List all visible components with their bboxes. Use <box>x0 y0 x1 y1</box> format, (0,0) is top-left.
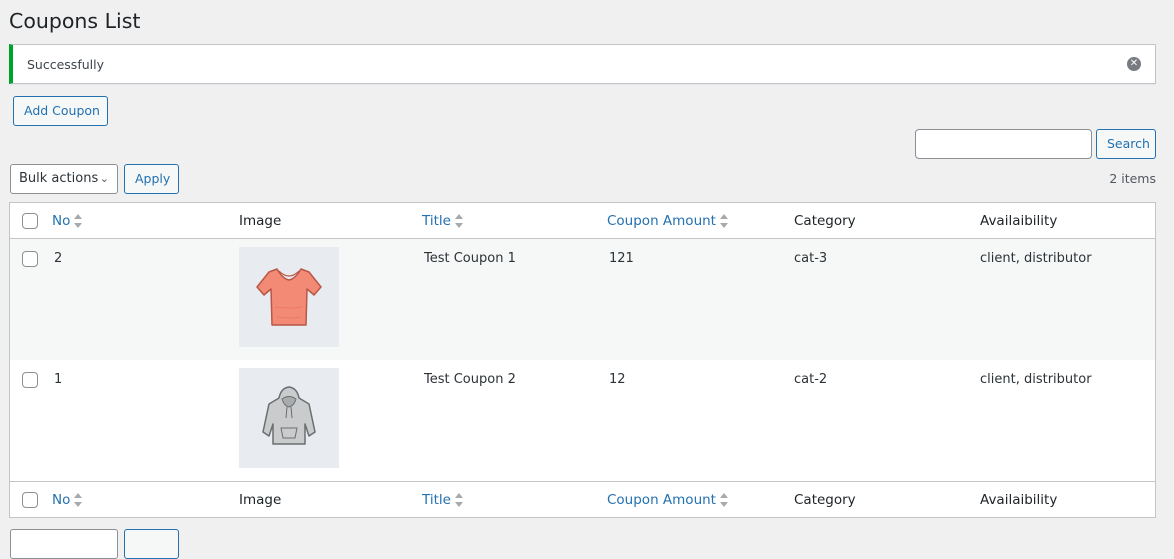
search-input[interactable] <box>915 129 1092 159</box>
row-category: cat-3 <box>794 251 828 266</box>
column-footer-availability: Availaibility <box>980 492 1058 508</box>
column-footer-image: Image <box>239 492 282 508</box>
add-coupon-button[interactable]: Add Coupon <box>13 96 108 126</box>
column-footer-coupon-amount[interactable]: Coupon Amount <box>607 492 728 508</box>
table-row: 2 Test Coupon 1 121 cat-3 client, distri… <box>10 239 1155 360</box>
row-checkbox[interactable] <box>22 372 38 388</box>
column-footer-title[interactable]: Title <box>422 492 463 508</box>
column-header-coupon-amount[interactable]: Coupon Amount <box>607 213 728 229</box>
column-header-image: Image <box>239 213 282 229</box>
apply-button-bottom[interactable] <box>124 529 179 559</box>
row-availability: client, distributor <box>980 251 1092 266</box>
row-checkbox[interactable] <box>22 251 38 267</box>
apply-button[interactable]: Apply <box>124 164 179 194</box>
page-title: Coupons List <box>9 9 141 33</box>
sort-icon <box>454 493 463 507</box>
row-title: Test Coupon 2 <box>424 372 516 387</box>
table-row: 1 Test Coupon 2 12 cat-2 client, distrib… <box>10 360 1155 481</box>
column-header-title[interactable]: Title <box>422 213 463 229</box>
column-footer-no[interactable]: No <box>52 492 83 508</box>
close-icon[interactable]: ✕ <box>1127 57 1141 71</box>
bulk-actions-label: Bulk actions <box>19 171 99 186</box>
row-no: 1 <box>54 372 63 387</box>
sort-icon <box>74 214 83 228</box>
coupons-table: No Image Title Coupon Amount Category Av… <box>9 202 1156 518</box>
chevron-down-icon: ⌄ <box>99 172 109 185</box>
sort-icon <box>719 493 728 507</box>
hoodie-icon <box>239 368 339 468</box>
table-footer: No Image Title Coupon Amount Category Av… <box>10 481 1155 517</box>
row-amount: 12 <box>609 372 626 387</box>
tshirt-icon <box>239 247 339 347</box>
row-availability: client, distributor <box>980 372 1092 387</box>
bulk-actions-select[interactable]: Bulk actions ⌄ <box>10 164 118 194</box>
row-category: cat-2 <box>794 372 828 387</box>
column-header-availability: Availaibility <box>980 213 1058 229</box>
table-header: No Image Title Coupon Amount Category Av… <box>10 203 1155 239</box>
row-amount: 121 <box>609 251 634 266</box>
row-no: 2 <box>54 251 63 266</box>
column-footer-category: Category <box>794 492 856 508</box>
select-all-checkbox[interactable] <box>22 213 38 229</box>
column-header-category: Category <box>794 213 856 229</box>
bulk-actions-select-bottom[interactable] <box>10 529 118 559</box>
success-notice: Successfully ✕ <box>9 44 1156 84</box>
sort-icon <box>454 214 463 228</box>
items-count: 2 items <box>1109 171 1156 186</box>
column-header-no[interactable]: No <box>52 213 83 229</box>
row-title: Test Coupon 1 <box>424 251 516 266</box>
sort-icon <box>74 493 83 507</box>
select-all-checkbox-footer[interactable] <box>22 492 38 508</box>
search-button[interactable]: Search <box>1096 129 1156 159</box>
sort-icon <box>719 214 728 228</box>
notice-message: Successfully <box>27 57 104 72</box>
